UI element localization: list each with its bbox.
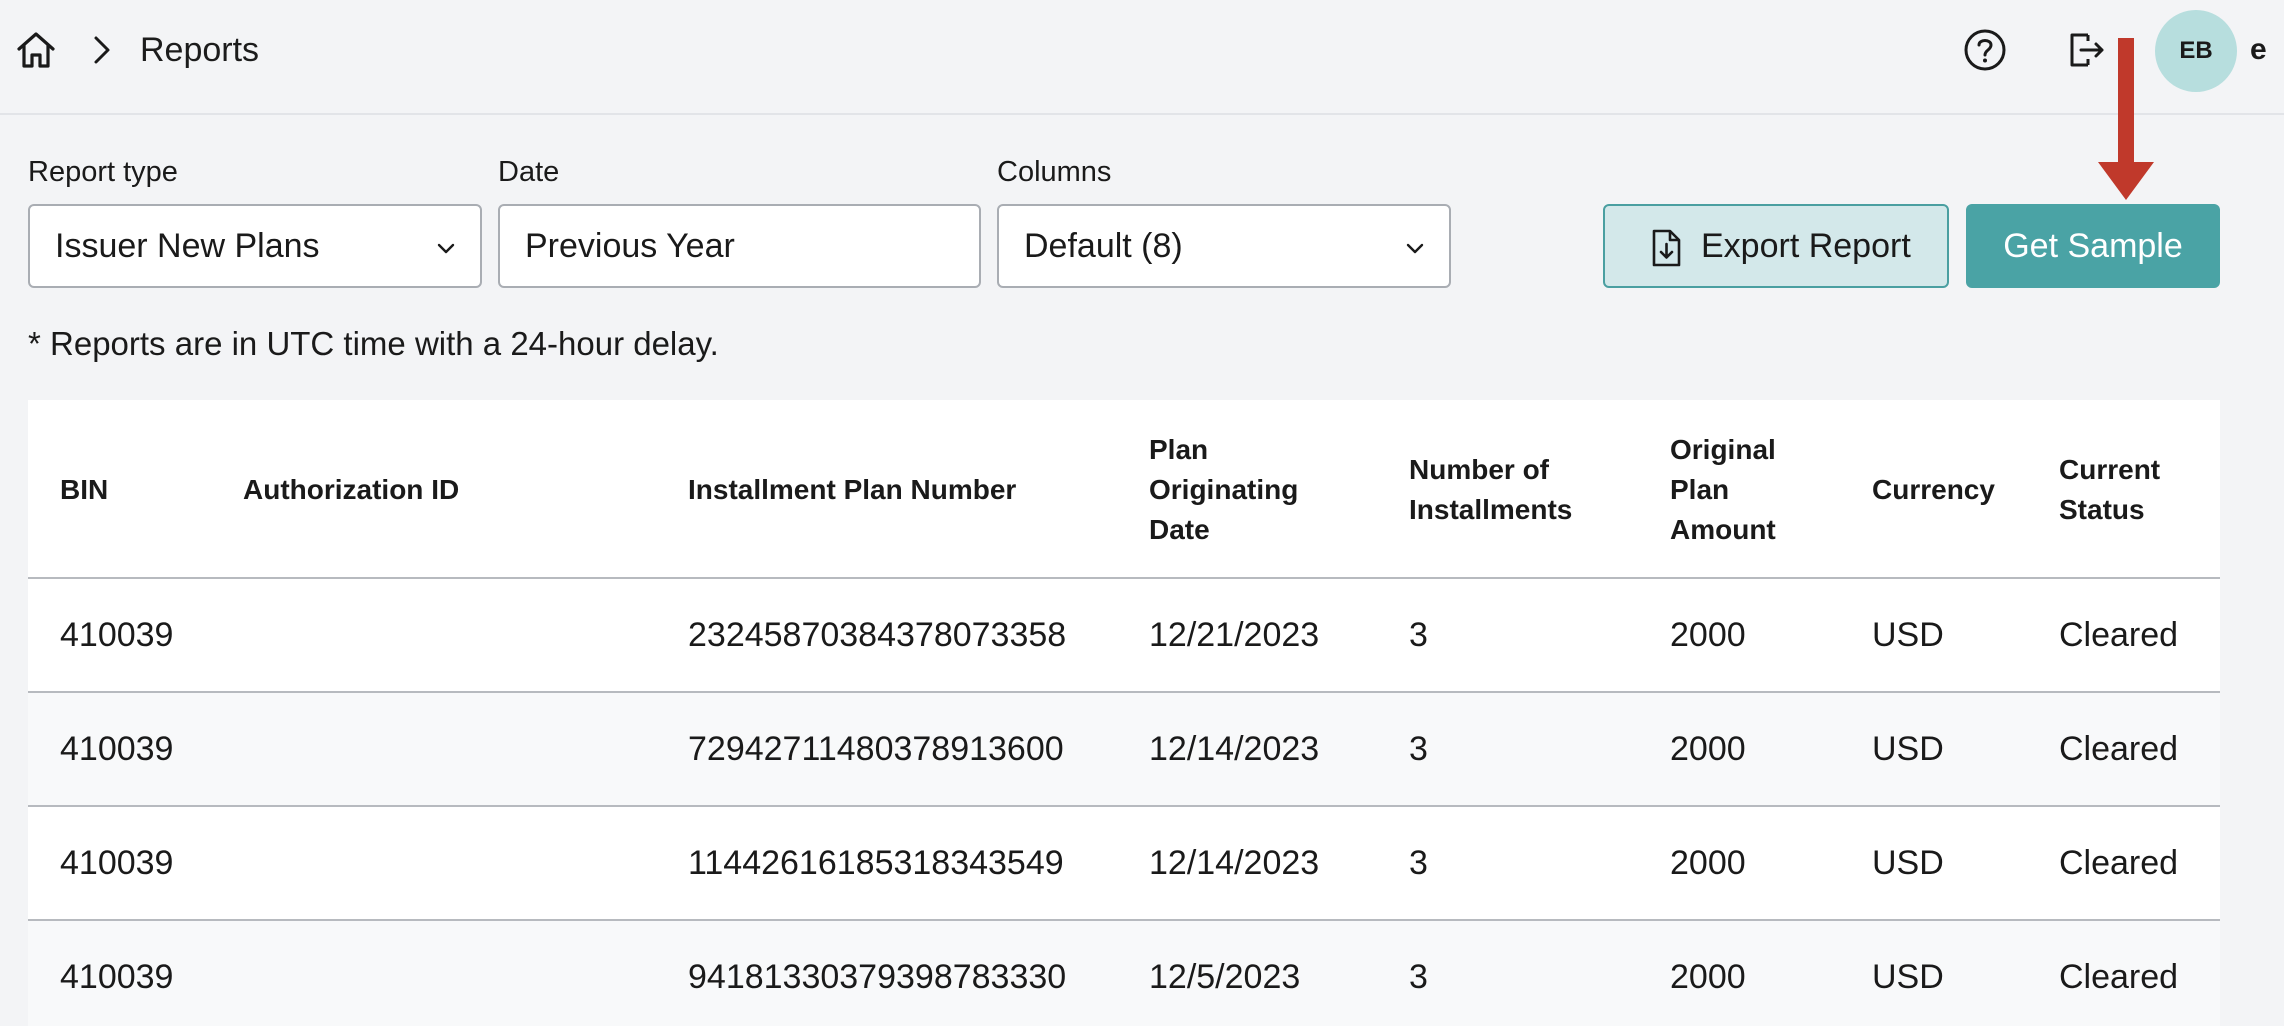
annotation-arrow-icon [2098,38,2154,200]
cell-installments: 3 [1409,958,1428,996]
cell-currency: USD [1872,844,1944,882]
export-report-label: Export Report [1701,227,1911,265]
table-row[interactable]: 410039 72942711480378913600 12/14/2023 3… [28,693,2220,807]
cell-plan-number: 94181330379398783330 [688,958,1067,996]
user-name[interactable]: e [2250,28,2267,72]
document-download-icon [1652,229,1681,267]
cell-installments: 3 [1409,616,1428,654]
cell-status: Cleared [2059,844,2179,882]
cell-originating-date: 12/21/2023 [1149,616,1320,654]
header-original-plan-amount[interactable]: Original Plan Amount [1670,400,1776,579]
export-report-button[interactable]: Export Report [1603,204,1949,288]
cell-originating-date: 12/14/2023 [1149,844,1320,882]
chevron-right-icon [94,36,110,64]
cell-amount: 2000 [1670,616,1746,654]
avatar[interactable]: EB [2155,10,2237,92]
help-circle-icon[interactable] [1962,27,2008,73]
cell-currency: USD [1872,958,1944,996]
breadcrumb-current: Reports [140,31,260,69]
columns-value: Default (8) [1024,227,1183,265]
chevron-down-icon [437,243,455,254]
date-field[interactable]: Previous Year [498,204,981,288]
cell-originating-date: 12/14/2023 [1149,730,1320,768]
report-type-label: Report type [28,156,178,188]
header-plan-originating-date[interactable]: Plan Originating Date [1149,400,1298,579]
top-bar: Reports EB e [0,0,2284,115]
date-label: Date [498,156,560,188]
table-header: BIN Authorization ID Installment Plan Nu… [28,400,2220,579]
report-type-select[interactable]: Issuer New Plans [28,204,482,288]
date-value: Previous Year [525,227,735,265]
cell-installments: 3 [1409,844,1428,882]
header-currency[interactable]: Currency [1872,400,1995,579]
cell-amount: 2000 [1670,730,1746,768]
table-row[interactable]: 410039 23245870384378073358 12/21/2023 3… [28,579,2220,693]
cell-status: Cleared [2059,958,2179,996]
cell-amount: 2000 [1670,958,1746,996]
cell-bin: 410039 [60,730,174,768]
home-icon[interactable] [14,28,58,72]
cell-currency: USD [1872,616,1944,654]
cell-bin: 410039 [60,958,174,996]
report-table: BIN Authorization ID Installment Plan Nu… [28,400,2220,1026]
cell-status: Cleared [2059,730,2179,768]
header-current-status[interactable]: Current Status [2059,400,2160,579]
table-row[interactable]: 410039 94181330379398783330 12/5/2023 3 … [28,921,2220,1026]
cell-status: Cleared [2059,616,2179,654]
utc-delay-note: * Reports are in UTC time with a 24-hour… [28,325,719,362]
get-sample-button[interactable]: Get Sample [1966,204,2220,288]
columns-select[interactable]: Default (8) [997,204,1451,288]
table-row[interactable]: 410039 11442616185318343549 12/14/2023 3… [28,807,2220,921]
cell-originating-date: 12/5/2023 [1149,958,1301,996]
header-installment-plan-number[interactable]: Installment Plan Number [688,400,1016,579]
cell-plan-number: 23245870384378073358 [688,616,1067,654]
cell-plan-number: 72942711480378913600 [688,730,1064,768]
header-bin[interactable]: BIN [60,400,108,579]
cell-currency: USD [1872,730,1944,768]
cell-amount: 2000 [1670,844,1746,882]
columns-label: Columns [997,156,1112,188]
cell-installments: 3 [1409,730,1428,768]
cell-bin: 410039 [60,844,174,882]
cell-bin: 410039 [60,616,174,654]
header-authorization-id[interactable]: Authorization ID [243,400,459,579]
report-type-value: Issuer New Plans [55,227,320,265]
header-number-of-installments[interactable]: Number of Installments [1409,400,1572,579]
chevron-down-icon [1406,243,1424,254]
cell-plan-number: 11442616185318343549 [688,844,1064,882]
